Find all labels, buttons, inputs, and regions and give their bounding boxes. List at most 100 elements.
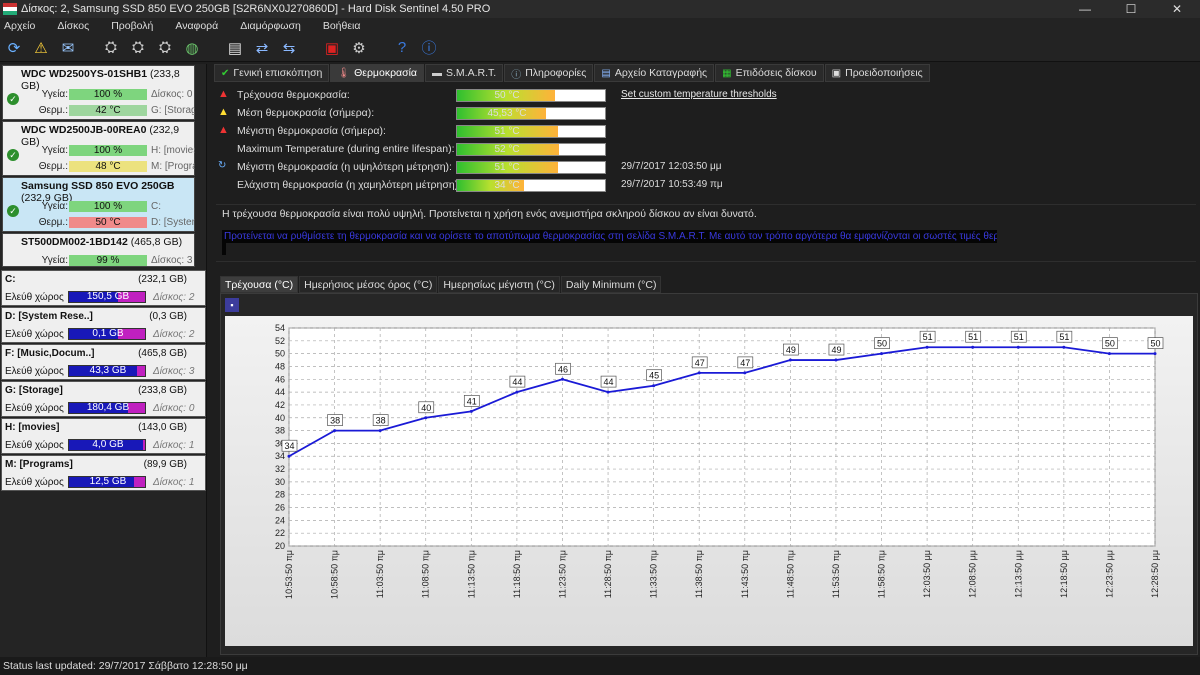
disk-surface-icon[interactable]: ⛭ [126, 36, 150, 60]
free-space-value: 4,0 GB [92, 439, 124, 450]
disk-extra: D: [System] [151, 217, 195, 228]
y-tick-label: 44 [275, 387, 285, 397]
mail-icon[interactable]: ✉ [56, 36, 80, 60]
partition-size: (465,8 GB) [138, 348, 187, 359]
partition-item[interactable]: C: (232,1 GB) Ελεύθ χώρος 150,5 GB Δίσκο… [1, 270, 206, 306]
temp-row-max-lifespan: Maximum Temperature (during entire lifes… [216, 140, 1196, 158]
warning-icon: ▲ [218, 124, 229, 136]
thermometer-icon: 🌡 [337, 67, 351, 79]
free-space-label: Ελεύθ χώρος [5, 292, 64, 303]
tab-information[interactable]: ⓘ Πληροφορίες [504, 64, 594, 82]
free-space-value: 12,5 GB [89, 476, 127, 487]
temp-level-bar: 51 °C [456, 161, 606, 174]
tab-temperature[interactable]: 🌡 Θερμοκρασία [330, 64, 424, 82]
x-tick-label: 11:03:50 πμ [375, 550, 385, 598]
disk-extra: Δίσκος: 3 [151, 255, 193, 266]
data-label: 47 [740, 358, 750, 368]
info-icon[interactable]: ⓘ [417, 36, 441, 60]
temp-level-bar: 34 °C [456, 179, 606, 192]
menu-help[interactable]: Βοήθεια [323, 20, 361, 32]
close-button[interactable]: ✕ [1154, 0, 1200, 18]
temp-label: Θερμ.: [38, 217, 68, 228]
partition-item[interactable]: G: [Storage] (233,8 GB) Ελεύθ χώρος 180,… [1, 381, 206, 417]
tab-performance[interactable]: ▦ Επιδόσεις δίσκου [715, 64, 824, 82]
partition-item[interactable]: D: [System Rese..] (0,3 GB) Ελεύθ χώρος … [1, 307, 206, 343]
disk-test-icon[interactable]: ⛭ [99, 36, 123, 60]
menu-report[interactable]: Αναφορά [175, 20, 218, 32]
tab-alerts[interactable]: ▣ Προειδοποιήσεις [824, 64, 930, 82]
tab-smart[interactable]: ▬ S.M.A.R.T. [425, 64, 504, 82]
free-space-label: Ελεύθ χώρος [5, 329, 64, 340]
disk-item[interactable]: WDC WD2500YS-01SHB1 (233,8 GB) ✓ Υγεία: 1… [2, 65, 195, 120]
partition-name: C: [5, 274, 16, 285]
menu-file[interactable]: Αρχείο [4, 20, 35, 32]
chart-tab-daily-max[interactable]: Ημερησίως μέγιστη (°C) [438, 276, 560, 293]
partition-disk: Δίσκος: 3 [153, 366, 195, 377]
data-point [1062, 345, 1066, 349]
chart-tab-current[interactable]: Τρέχουσα (°C) [220, 276, 299, 293]
menu-view[interactable]: Προβολή [111, 20, 153, 32]
data-point [925, 345, 929, 349]
disk-item-selected[interactable]: Samsung SSD 850 EVO 250GB (232,9 GB) ✓ Υ… [2, 177, 195, 232]
custom-thresholds-link[interactable]: Set custom temperature thresholds [621, 89, 777, 100]
free-space-label: Ελεύθ χώρος [5, 477, 64, 488]
reset-icon[interactable]: ↻ [218, 160, 230, 172]
y-tick-label: 32 [275, 464, 285, 474]
partition-name: H: [movies] [5, 422, 60, 433]
x-tick-label: 11:48:50 πμ [785, 550, 795, 598]
tab-log[interactable]: ▤ Αρχείο Καταγραφής [594, 64, 715, 82]
network-icon[interactable]: ⇄ [250, 36, 274, 60]
data-label: 44 [604, 377, 614, 387]
temp-bar: 48 °C [69, 161, 147, 172]
disk-extra: M: [Programs] [151, 161, 195, 172]
disk-icon: ▬ [432, 67, 442, 79]
check-icon: ✔ [221, 67, 230, 79]
web-report-icon[interactable]: ⇆ [277, 36, 301, 60]
globe-icon[interactable]: ◍ [180, 36, 204, 60]
x-tick-label: 12:28:50 μμ [1150, 550, 1160, 598]
free-space-value: 180,4 GB [86, 402, 130, 413]
refresh-icon[interactable]: ⟳ [2, 36, 26, 60]
alert-icon[interactable]: ⚠ [29, 36, 53, 60]
gear-icon[interactable]: ⚙ [347, 36, 371, 60]
temp-row-max-today: ▲ Μέγιστη θερμοκρασία (σήμερα): 51 °C [216, 122, 1196, 140]
chart-tab-daily-min[interactable]: Daily Minimum (°C) [560, 276, 662, 293]
y-tick-label: 26 [275, 503, 285, 513]
data-label: 41 [467, 396, 477, 406]
save-icon[interactable]: ▪ [225, 298, 239, 312]
menu-configuration[interactable]: Διαμόρφωση [240, 20, 301, 32]
data-label: 40 [421, 403, 431, 413]
disk-item[interactable]: WDC WD2500JB-00REA0 (232,9 GB) ✓ Υγεία: 1… [2, 121, 195, 176]
y-tick-label: 30 [275, 477, 285, 487]
main-panel: ✔ Γενική επισκόπηση 🌡 Θερμοκρασία ▬ S.M.A.R… [210, 64, 1200, 657]
partition-item[interactable]: M: [Programs] (89,9 GB) Ελεύθ χώρος 12,5… [1, 455, 206, 491]
disk-name: ST500DM002-1BD142 [21, 236, 128, 248]
data-point [1016, 345, 1020, 349]
menu-disk[interactable]: Δίσκος [57, 20, 89, 32]
x-tick-label: 12:18:50 μμ [1059, 550, 1069, 598]
data-label: 38 [376, 416, 386, 426]
y-tick-label: 52 [275, 336, 285, 346]
temperature-chart: 20222426283032343638404244464850525410:5… [275, 323, 1164, 599]
data-point [560, 377, 564, 381]
y-tick-label: 46 [275, 374, 285, 384]
x-tick-label: 10:53:50 πμ [284, 550, 294, 599]
health-bar: 100 % [69, 89, 147, 100]
tab-overview[interactable]: ✔ Γενική επισκόπηση [214, 64, 330, 82]
partition-item[interactable]: F: [Music,Docum..] (465,8 GB) Ελεύθ χώρο… [1, 344, 206, 380]
report-icon[interactable]: ▤ [223, 36, 247, 60]
help-icon[interactable]: ? [390, 36, 414, 60]
chart-tab-daily-average[interactable]: Ημερήσιος μέσος όρος (°C) [299, 276, 438, 293]
maximize-button[interactable]: ☐ [1108, 0, 1154, 18]
minimize-button[interactable]: — [1062, 0, 1108, 18]
disk-extra: C: [151, 201, 161, 212]
monitor-icon[interactable]: ▣ [320, 36, 344, 60]
data-label: 45 [649, 371, 659, 381]
disk-settings-icon[interactable]: ⛭ [153, 36, 177, 60]
disk-item[interactable]: ST500DM002-1BD142 (465,8 GB) Υγεία: 99 % Δ… [2, 233, 195, 267]
temperature-advice: Η τρέχουσα θερμοκρασία είναι πολύ υψηλή.… [216, 204, 1196, 262]
free-space-value: 150,5 GB [86, 291, 130, 302]
partition-item[interactable]: H: [movies] (143,0 GB) Ελεύθ χώρος 4,0 G… [1, 418, 206, 454]
partition-disk: Δίσκος: 0 [153, 403, 195, 414]
data-label: 51 [1014, 332, 1024, 342]
